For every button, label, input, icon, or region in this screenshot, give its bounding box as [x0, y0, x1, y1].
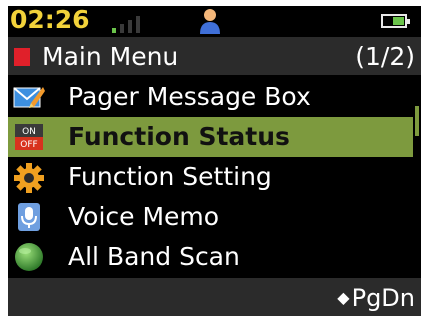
menu-item-function-setting[interactable]: Function Setting — [8, 157, 413, 197]
signal-strength-icon — [112, 13, 146, 33]
menu-item-all-band-scan[interactable]: All Band Scan — [8, 237, 413, 277]
device-screen: 02:26 Main Menu (1/2) Pager Message Box … — [8, 6, 421, 316]
battery-fill — [393, 17, 404, 25]
title-marker-icon — [14, 48, 30, 66]
pgdn-softkey[interactable]: ◆PgDn — [337, 278, 415, 316]
diamond-icon: ◆ — [337, 288, 350, 307]
gear-icon — [14, 163, 44, 193]
envelope-icon — [13, 87, 45, 108]
menu-item-label: Function Setting — [68, 162, 272, 191]
menu-item-pager-message-box[interactable]: Pager Message Box — [8, 77, 413, 117]
user-icon — [200, 9, 220, 34]
svg-text:OFF: OFF — [20, 140, 37, 150]
globe-icon — [15, 243, 43, 271]
battery-icon — [381, 14, 410, 28]
clock: 02:26 — [10, 6, 90, 34]
menu-item-label: Voice Memo — [68, 202, 220, 231]
on-off-icon: ON OFF — [15, 124, 43, 150]
svg-text:ON: ON — [22, 127, 36, 137]
menu-item-function-status[interactable]: ON OFF Function Status — [8, 117, 413, 157]
scrollbar-thumb[interactable] — [415, 106, 419, 136]
title-bar: Main Menu (1/2) — [8, 37, 421, 75]
status-bar: 02:26 — [8, 6, 421, 36]
menu-list: Pager Message Box ON OFF Function Status — [8, 77, 413, 275]
page-title: Main Menu — [42, 42, 179, 71]
microphone-icon — [18, 203, 40, 231]
menu-item-label: All Band Scan — [68, 242, 240, 271]
page-indicator: (1/2) — [355, 42, 415, 71]
menu-item-label: Pager Message Box — [68, 82, 311, 111]
softkey-label: PgDn — [351, 284, 415, 312]
menu-item-label: Function Status — [68, 122, 290, 151]
menu-item-voice-memo[interactable]: Voice Memo — [8, 197, 413, 237]
softkey-bar: ◆PgDn — [8, 278, 421, 316]
